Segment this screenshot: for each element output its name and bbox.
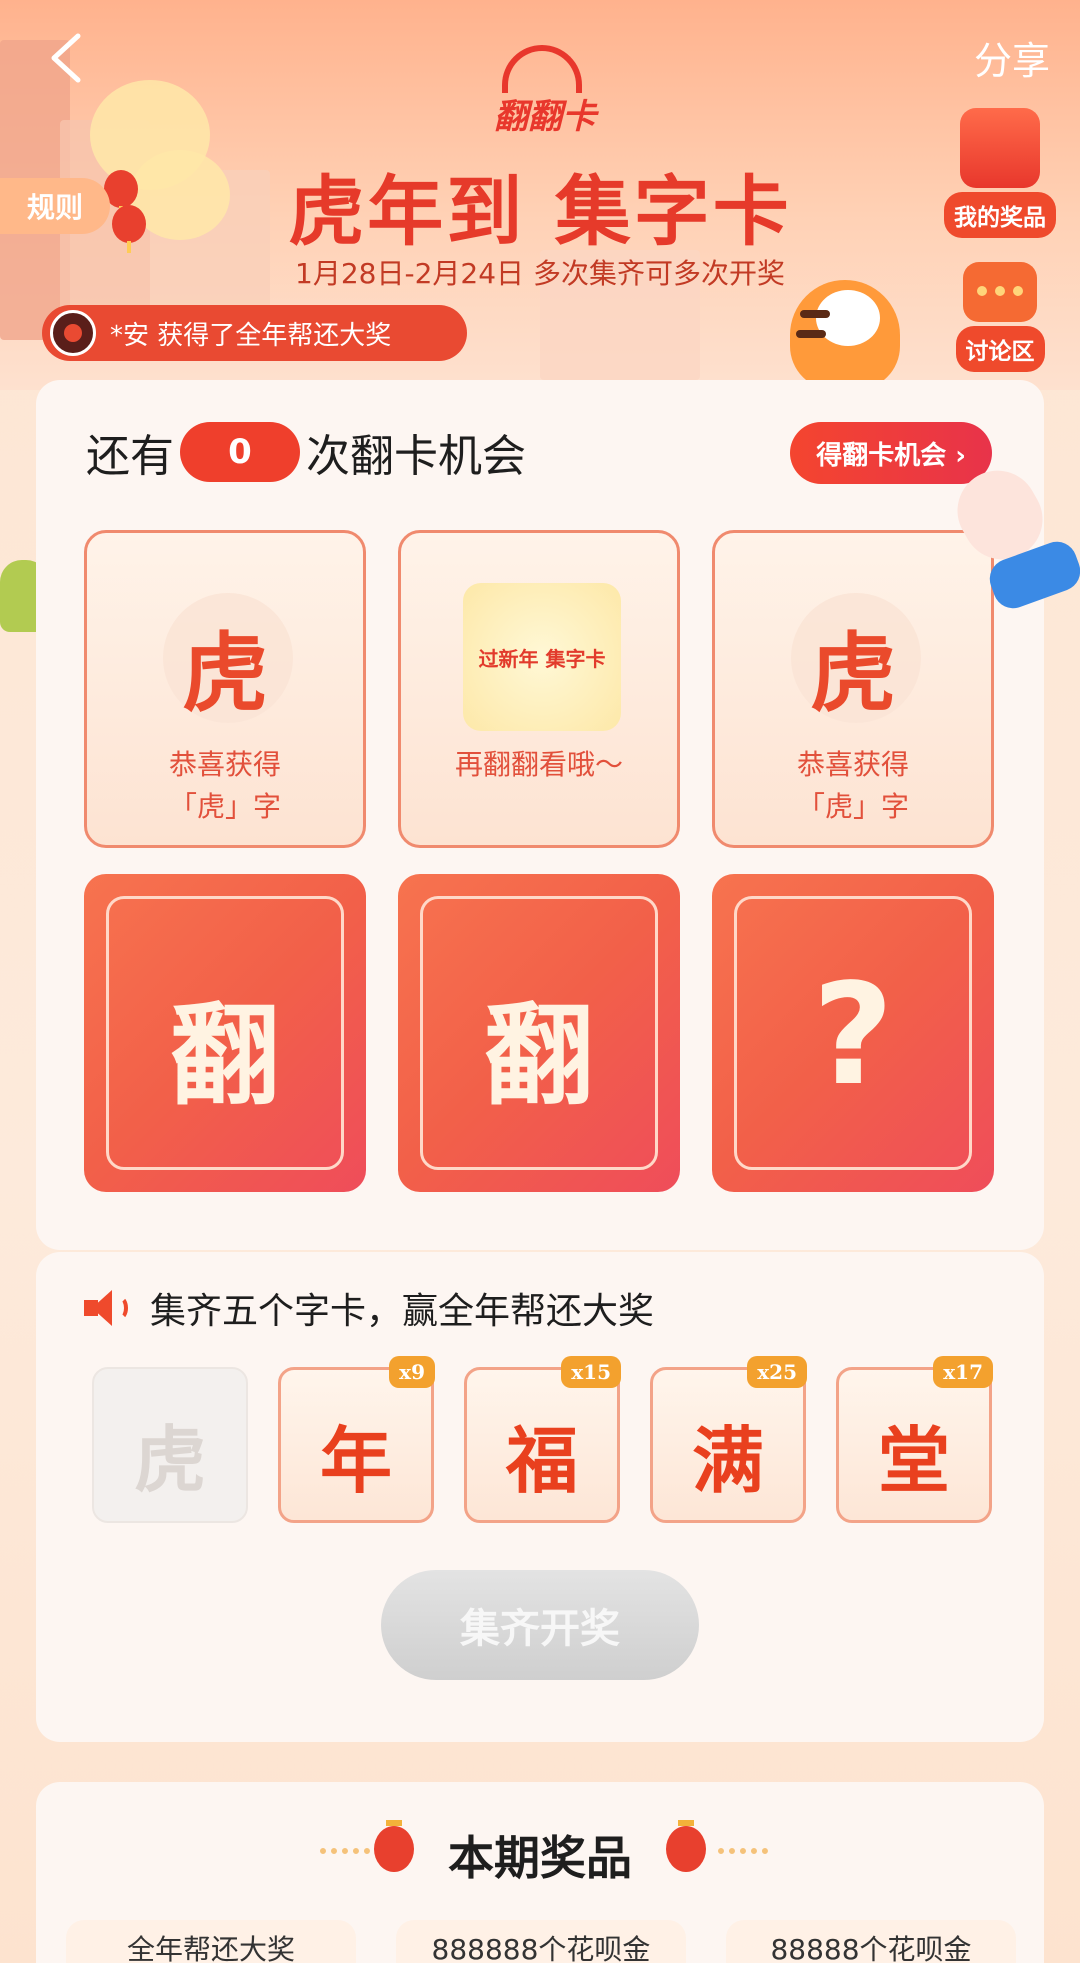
- prize-name: 全年帮还大奖: [126, 1933, 295, 1963]
- word-card-slot[interactable]: 年 x9: [278, 1356, 435, 1523]
- card-line1: 恭喜获得: [168, 748, 281, 781]
- slot-char: 虎: [133, 1417, 206, 1502]
- count-badge: x25: [747, 1356, 807, 1388]
- draw-prize-button[interactable]: 集齐开奖: [381, 1570, 699, 1680]
- speaker-icon: [84, 1288, 128, 1328]
- word-card-slot-missing[interactable]: 虎: [92, 1367, 248, 1523]
- pointing-hand-icon: [940, 456, 1080, 614]
- app-logo: 翻翻卡: [480, 45, 610, 137]
- notice-text: 集齐五个字卡，赢全年帮还大奖: [150, 1291, 655, 1332]
- prize-card[interactable]: 88888个花呗金: [726, 1920, 1016, 1963]
- logo-text: 翻翻卡: [494, 97, 596, 137]
- page-title: 虎年到 集字卡: [288, 167, 792, 256]
- flip-char: 翻: [170, 991, 280, 1120]
- prize-card[interactable]: 888888个花呗金: [396, 1920, 686, 1963]
- banner-header: 分享 翻翻卡 虎年到 集字卡 1月28日-2月24日 多次集齐可多次开奖 规则 …: [0, 0, 1080, 390]
- share-button[interactable]: 分享: [974, 30, 1050, 85]
- card-line2: 「虎」字: [796, 790, 909, 823]
- flip-char: 翻: [484, 991, 594, 1120]
- logo-swirl-icon: [502, 45, 582, 93]
- dots-decoration: [718, 1848, 768, 1854]
- word-card-slot[interactable]: 满 x25: [650, 1356, 807, 1523]
- avatar: [50, 310, 96, 356]
- collect-notice: 集齐五个字卡，赢全年帮还大奖: [84, 1282, 654, 1334]
- new-year-card-image: 过新年 集字卡: [463, 583, 621, 731]
- my-prizes-label: 我的奖品: [944, 192, 1056, 238]
- count-badge: x17: [933, 1356, 993, 1388]
- slot-char: 满: [691, 1418, 764, 1503]
- back-button[interactable]: [40, 28, 90, 88]
- chances-suffix: 次翻卡机会: [306, 431, 526, 482]
- chances-count: 0: [180, 422, 300, 482]
- winner-ticker: *安 获得了全年帮还大奖: [42, 305, 467, 361]
- card-char: 虎: [810, 623, 896, 724]
- chat-bubble-icon: [963, 262, 1037, 322]
- question-mark-icon: ?: [812, 954, 894, 1117]
- slot-char: 堂: [877, 1418, 950, 1503]
- lantern-icon: [666, 1820, 706, 1872]
- slot-char: 年: [319, 1418, 392, 1503]
- count-badge: x15: [561, 1356, 621, 1388]
- ticker-text: *安 获得了全年帮还大奖: [110, 320, 392, 351]
- word-card-slot[interactable]: 福 x15: [464, 1356, 621, 1523]
- prizes-title: 本期奖品: [448, 1831, 632, 1885]
- tiger-mascot: [770, 250, 930, 390]
- collection-panel: 集齐五个字卡，赢全年帮还大奖 虎 年 x9 福 x15 满 x25 堂 x17 …: [36, 1252, 1044, 1742]
- word-card-slot[interactable]: 堂 x17: [836, 1356, 993, 1523]
- prizes-panel: 本期奖品 全年帮还大奖 888888个花呗金 88888个花呗金: [36, 1782, 1044, 1963]
- card-line2: 「虎」字: [168, 790, 281, 823]
- opened-card: 过新年 集字卡 再翻翻看哦～: [398, 530, 680, 848]
- chances-prefix: 还有: [86, 431, 174, 482]
- card-line1: 恭喜获得: [796, 748, 909, 781]
- discussion-label: 讨论区: [955, 326, 1045, 372]
- flip-card-panel: 还有 0 次翻卡机会 得翻卡机会 › 虎 恭喜获得 「虎」字 过新年 集字卡 再…: [36, 380, 1044, 1250]
- chevron-left-icon: [51, 33, 81, 83]
- card-line1: 再翻翻看哦～: [454, 748, 623, 781]
- my-prizes-button[interactable]: 我的奖品: [935, 108, 1065, 238]
- slot-char: 福: [505, 1418, 578, 1503]
- prize-name: 888888个花呗金: [431, 1933, 651, 1963]
- prize-name: 88888个花呗金: [770, 1933, 972, 1963]
- mystery-card[interactable]: ?: [712, 874, 994, 1192]
- flip-card[interactable]: 翻: [398, 874, 680, 1192]
- count-badge: x9: [389, 1356, 435, 1388]
- opened-card: 虎 恭喜获得 「虎」字: [84, 530, 366, 848]
- flip-card[interactable]: 翻: [84, 874, 366, 1192]
- discussion-button[interactable]: 讨论区: [935, 262, 1065, 372]
- flip-chances: 还有 0 次翻卡机会: [86, 420, 526, 484]
- gift-icon: [960, 108, 1040, 188]
- rules-button[interactable]: 规则: [0, 178, 110, 234]
- card-char: 虎: [182, 623, 268, 724]
- prize-card[interactable]: 全年帮还大奖: [66, 1920, 356, 1963]
